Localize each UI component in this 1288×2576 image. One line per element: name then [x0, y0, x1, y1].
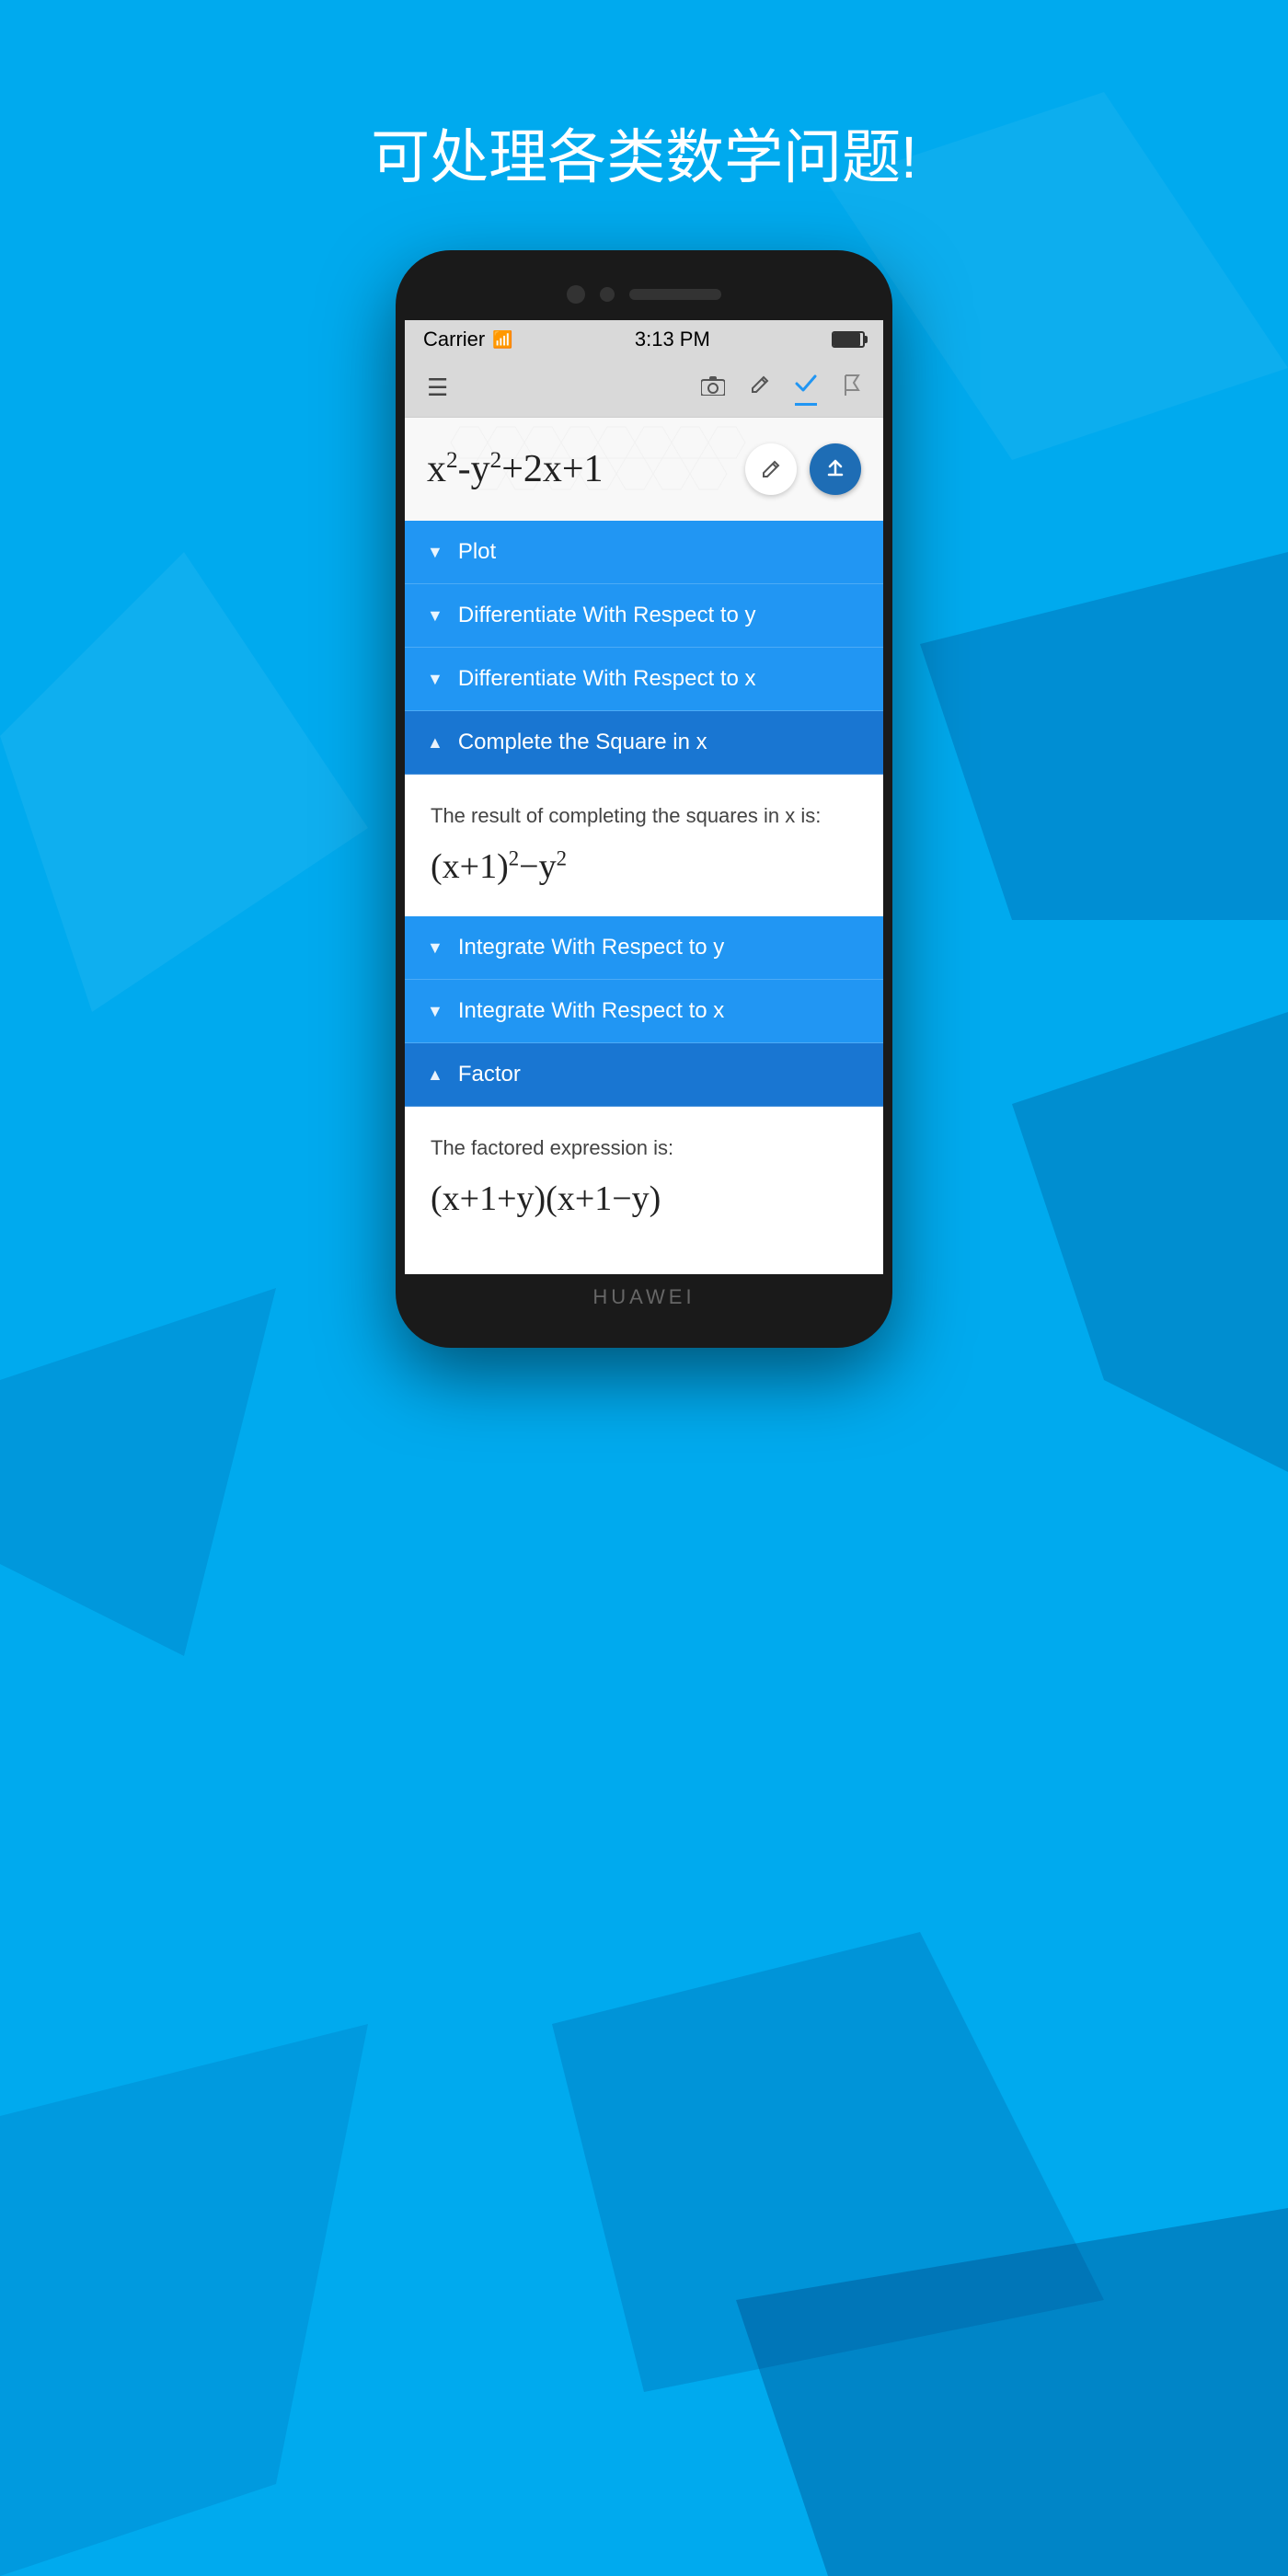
phone-brand: HUAWEI [592, 1285, 695, 1309]
app-toolbar: ☰ [405, 359, 883, 418]
factor-subtitle: The factored expression is: [431, 1136, 857, 1160]
status-right [832, 331, 865, 348]
battery-fill [834, 333, 860, 346]
phone-dot [600, 287, 615, 302]
camera-icon[interactable] [701, 374, 725, 402]
status-bar: Carrier 📶 3:13 PM [405, 320, 883, 359]
page-title: 可处理各类数学问题! [371, 110, 917, 195]
expression-area: x2-y2+2x+1 [405, 418, 883, 521]
phone-screen: Carrier 📶 3:13 PM ☰ [405, 320, 883, 1274]
menu-item-diff-x[interactable]: ▼ Differentiate With Respect to x [405, 648, 883, 711]
factor-result: (x+1+y)(x+1−y) [431, 1179, 857, 1219]
menu-item-complete-square[interactable]: ▲ Complete the Square in x [405, 711, 883, 775]
chevron-integrate-y: ▼ [427, 938, 443, 958]
menu-label-integrate-x: Integrate With Respect to x [458, 998, 724, 1024]
menu-item-integrate-y[interactable]: ▼ Integrate With Respect to y [405, 916, 883, 980]
status-left: Carrier 📶 [423, 328, 513, 351]
pencil-icon[interactable] [751, 374, 769, 402]
menu-label-diff-y: Differentiate With Respect to y [458, 603, 756, 628]
menu-label-complete-square: Complete the Square in x [458, 730, 707, 755]
chevron-complete-square: ▲ [427, 733, 443, 753]
menu-icon[interactable]: ☰ [427, 374, 448, 402]
complete-square-result: (x+1)2−y2 [431, 846, 857, 887]
phone-top-bezel [396, 278, 892, 320]
battery-icon [832, 331, 865, 348]
edit-expression-button[interactable] [745, 443, 797, 495]
menu-label-diff-x: Differentiate With Respect to x [458, 666, 756, 692]
phone-camera [567, 285, 585, 304]
upload-button[interactable] [810, 443, 861, 495]
panel-complete-square: The result of completing the squares in … [405, 775, 883, 916]
clock: 3:13 PM [635, 328, 710, 351]
complete-square-subtitle: The result of completing the squares in … [431, 804, 857, 828]
expression-display: x2-y2+2x+1 [427, 447, 604, 491]
chevron-integrate-x: ▼ [427, 1002, 443, 1021]
phone-speaker [629, 289, 721, 300]
menu-label-factor: Factor [458, 1062, 521, 1087]
panel-factor: The factored expression is: (x+1+y)(x+1−… [405, 1107, 883, 1274]
flag-icon[interactable] [843, 374, 861, 402]
menu-item-integrate-x[interactable]: ▼ Integrate With Respect to x [405, 980, 883, 1043]
phone-bottom-bezel: HUAWEI [396, 1274, 892, 1320]
menu-label-plot: Plot [458, 539, 496, 565]
menu-item-factor[interactable]: ▲ Factor [405, 1043, 883, 1107]
carrier-label: Carrier [423, 328, 485, 351]
chevron-factor: ▲ [427, 1065, 443, 1085]
menu-item-plot[interactable]: ▼ Plot [405, 521, 883, 584]
chevron-plot: ▼ [427, 543, 443, 562]
chevron-diff-x: ▼ [427, 670, 443, 689]
check-icon[interactable] [795, 370, 817, 406]
toolbar-right [701, 370, 861, 406]
menu-label-integrate-y: Integrate With Respect to y [458, 935, 724, 960]
menu-list: ▼ Plot ▼ Differentiate With Respect to y… [405, 521, 883, 1274]
chevron-diff-y: ▼ [427, 606, 443, 626]
wifi-icon: 📶 [492, 330, 512, 350]
phone-mockup: Carrier 📶 3:13 PM ☰ [396, 250, 892, 1348]
expression-buttons [745, 443, 861, 495]
menu-item-diff-y[interactable]: ▼ Differentiate With Respect to y [405, 584, 883, 648]
